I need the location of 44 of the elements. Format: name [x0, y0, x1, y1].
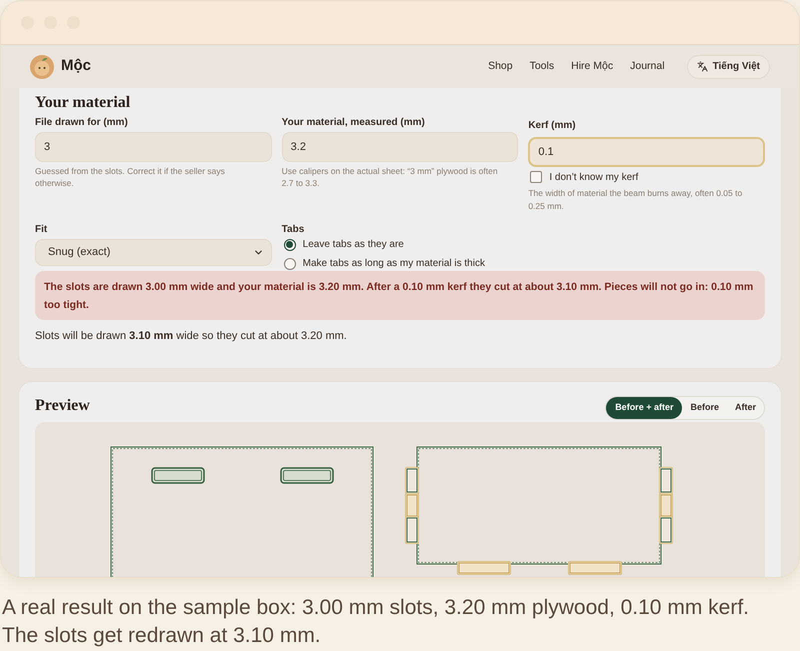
- field-label: Kerf (mm): [528, 119, 577, 133]
- help-text: The width of material the beam burns away, often 0.05 to 0.25 mm.: [528, 187, 744, 213]
- help-text: Use calipers on the actual sheet: “3 mm” plywood is often 2.7 to 3.3.: [282, 165, 499, 189]
- radio-label[interactable]: Leave tabs as they are: [302, 237, 404, 252]
- view-tab[interactable]: Before + after: [606, 397, 682, 419]
- translate-icon: [696, 61, 708, 72]
- field-label: Tabs: [282, 223, 306, 237]
- checkbox-label[interactable]: I don’t know my kerf: [549, 170, 638, 184]
- fit-select[interactable]: Snug (exact): [35, 239, 272, 266]
- tab: [405, 493, 419, 518]
- nav-link[interactable]: Journal: [630, 58, 665, 74]
- tab: [659, 516, 673, 544]
- logo-icon[interactable]: [30, 54, 54, 78]
- brand-name[interactable]: Mộc: [61, 55, 91, 78]
- tab: [659, 493, 673, 518]
- radio-label[interactable]: Make tabs as long as my material is thick: [302, 256, 485, 271]
- language-button[interactable]: Tiếng Việt: [686, 54, 770, 78]
- nav-link[interactable]: Tools: [530, 58, 554, 74]
- nav-link[interactable]: Shop: [488, 58, 513, 74]
- slot: [151, 467, 205, 484]
- tab: [568, 561, 622, 575]
- nav-link[interactable]: Hire Mộc: [571, 58, 614, 74]
- tab: [405, 467, 419, 494]
- field-label: File drawn for (mm): [35, 116, 129, 130]
- view-tab[interactable]: After: [726, 397, 764, 419]
- section-title: Your material: [35, 94, 132, 112]
- result-text: Slots will be drawn 3.10 mm wide so they cut at about 3.20 mm.: [35, 329, 348, 343]
- tab: [457, 561, 511, 575]
- field-label: Your material, measured (mm): [282, 116, 426, 130]
- number-input[interactable]: 0.1: [528, 137, 765, 167]
- radio-button[interactable]: [284, 258, 296, 270]
- number-input[interactable]: 3: [35, 132, 272, 162]
- slot: [280, 467, 334, 484]
- caption: A real result on the sample box: 3.00 mm slots, 3.20 mm plywood, 0.10 mm kerf. The slots get redrawn at 3.10 mm.: [1, 595, 750, 649]
- checkbox[interactable]: [530, 171, 542, 183]
- radio-button[interactable]: [284, 238, 296, 250]
- tab: [405, 516, 419, 544]
- tab: [659, 467, 673, 494]
- help-text: Guessed from the slots. Correct it if the seller says otherwise.: [35, 165, 226, 189]
- section-title: Preview: [35, 397, 90, 415]
- field-label: Fit: [35, 223, 48, 237]
- warning-alert: The slots are drawn 3.00 mm wide and your material is 3.20 mm. After a 0.10 mm kerf they cut at about 3.10 mm. Pieces will not go in: 0.10 mm too tight.: [35, 271, 765, 320]
- view-tab[interactable]: Before: [682, 397, 727, 419]
- number-input[interactable]: 3.2: [282, 132, 518, 162]
